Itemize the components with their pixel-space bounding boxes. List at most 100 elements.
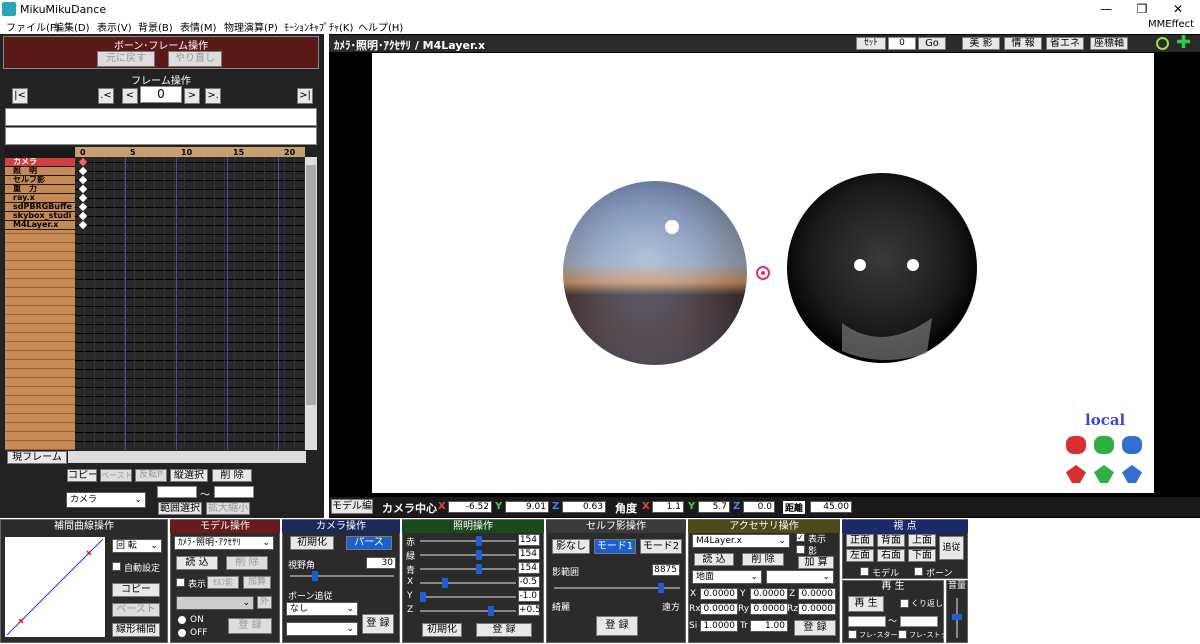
current-frame-button[interactable]: 現フレーム (7, 451, 67, 464)
target-dropdown[interactable]: カメラ ⌄ (66, 492, 146, 508)
menu-physics[interactable]: 物理演算(P) (224, 19, 278, 34)
vertical-select-button[interactable]: 縦選択 (170, 469, 208, 482)
play-button[interactable]: 再 生 (848, 596, 884, 612)
shadow-none-button[interactable]: 影なし (552, 539, 590, 554)
camera-center-z[interactable]: 0.63 (562, 501, 606, 513)
acc-tr-value[interactable]: 1.00 (750, 620, 788, 632)
range-select-button[interactable]: 範囲選択 (158, 502, 202, 515)
paste-button[interactable]: ペースト (100, 469, 132, 482)
accessory-dropdown[interactable]: M4Layer.x ⌄ (692, 534, 790, 548)
shadow-mode1-button[interactable]: モード1 (594, 539, 636, 554)
last-frame-button[interactable]: >| (297, 88, 313, 104)
timeline-row-selfshadow[interactable]: セルフ影 (5, 176, 75, 184)
timeline-row-sdpbr[interactable]: sdPBRGBuffe (5, 203, 75, 211)
acc-y-value[interactable]: 0.0000 (750, 588, 788, 600)
camera-init-button[interactable]: 初期化 (290, 536, 334, 550)
frame-stop-checkbox[interactable] (898, 630, 907, 639)
accessory-parent-dropdown[interactable]: 地面 ⌄ (692, 570, 762, 584)
bone-follow-sub-dropdown[interactable]: ⌄ (286, 622, 358, 636)
shadow-register-button[interactable]: 登 録 (596, 616, 638, 636)
menu-motion-capture[interactable]: ﾓｰｼｮﾝｷｬﾌﾟﾁｬ(K) (284, 19, 353, 34)
acc-z-value[interactable]: 0.0000 (798, 588, 836, 600)
zoom-icon[interactable] (1156, 37, 1169, 50)
timeline-row-skybox[interactable]: skybox_studi (5, 212, 75, 220)
shadow-mode2-button[interactable]: モード2 (640, 539, 682, 554)
linear-interp-button[interactable]: 線形補間 (112, 623, 160, 637)
frame-number-input[interactable]: 0 (140, 86, 182, 103)
timeline-row-camera[interactable]: カメラ (5, 158, 75, 166)
copy-button[interactable]: コピー (67, 469, 97, 482)
light-g-knob[interactable] (476, 550, 482, 560)
volume-knob[interactable] (952, 614, 962, 620)
accessory-shadow-checkbox[interactable] (796, 545, 805, 554)
perspective-button[interactable]: パース (346, 536, 392, 550)
light-r-slider[interactable] (420, 536, 516, 546)
light-z-slider[interactable] (420, 606, 516, 616)
view-bottom-button[interactable]: 下面 (908, 549, 936, 562)
undo-button[interactable]: 元に戻す (97, 51, 155, 67)
timeline-row-light[interactable]: 照 明 (5, 167, 75, 175)
go-button[interactable]: Go (918, 37, 946, 50)
menu-expression[interactable]: 表情(M) (180, 19, 216, 34)
light-x-value[interactable]: -0.5 (518, 576, 540, 588)
eco-button[interactable]: 省エネ (1046, 37, 1084, 50)
camera-center-y[interactable]: 9.01 (505, 501, 549, 513)
beauty-shadow-button[interactable]: 美 影 (962, 37, 1000, 50)
range-end-input[interactable] (214, 486, 254, 498)
add-icon[interactable]: ✚ (1176, 34, 1191, 52)
interp-paste-button[interactable]: ペースト (112, 603, 160, 617)
view-model-checkbox[interactable] (860, 567, 869, 576)
model-display-checkbox[interactable] (176, 578, 185, 587)
model-dropdown[interactable]: ｶﾒﾗ･照明･ｱｸｾｻﾘ ⌄ (174, 536, 274, 550)
fov-slider[interactable] (290, 571, 394, 581)
close-button[interactable]: ✕ (1158, 0, 1198, 18)
first-frame-button[interactable]: |< (12, 88, 28, 104)
accessory-bone-dropdown[interactable]: ⌄ (766, 570, 834, 584)
model-register-button[interactable]: 登 録 (228, 618, 272, 634)
menu-mmeffect[interactable]: MMEffect (1148, 19, 1194, 30)
light-register-button[interactable]: 登 録 (476, 623, 532, 637)
camera-center-x[interactable]: -6.52 (448, 501, 492, 513)
accessory-show-checkbox[interactable]: ✓ (796, 533, 805, 542)
repeat-checkbox[interactable] (900, 599, 909, 608)
info-button[interactable]: 情 報 (1004, 37, 1042, 50)
menu-help[interactable]: ヘルプ(H) (358, 19, 403, 34)
accessory-delete-button[interactable]: 削 除 (742, 553, 784, 566)
view-bone-checkbox[interactable] (914, 567, 923, 576)
fov-input[interactable]: 30 (366, 557, 396, 569)
light-y-value[interactable]: -1.0 (518, 590, 540, 602)
fov-slider-knob[interactable] (312, 571, 318, 581)
light-b-knob[interactable] (476, 564, 482, 574)
acc-rz-value[interactable]: 0.0000 (798, 603, 836, 615)
view-top-button[interactable]: 上面 (908, 534, 936, 547)
accessory-add-button[interactable]: 加 算 (798, 556, 834, 569)
light-g-value[interactable]: 154 (518, 548, 540, 560)
local-mode-label[interactable]: local (1085, 411, 1125, 429)
off-radio[interactable] (178, 629, 186, 637)
set-frame-button[interactable]: ｾｯﾄ (856, 37, 886, 50)
interp-type-dropdown[interactable]: 回 転 ⌄ (112, 539, 162, 553)
rotate-x-icon[interactable] (1066, 436, 1086, 454)
delete-frame-button[interactable]: 削 除 (212, 469, 252, 482)
accessory-register-button[interactable]: 登 録 (794, 620, 836, 636)
play-end-input[interactable] (900, 616, 938, 627)
view-left-button[interactable]: 左面 (846, 549, 874, 562)
menu-view[interactable]: 表示(V) (97, 19, 132, 34)
menu-background[interactable]: 背景(B) (138, 19, 173, 34)
minimize-button[interactable]: — (1086, 0, 1126, 18)
light-r-knob[interactable] (476, 536, 482, 546)
distance-value[interactable]: 45.00 (810, 501, 852, 513)
on-radio[interactable] (178, 616, 186, 624)
model-delete-button[interactable]: 削 除 (226, 556, 268, 570)
light-init-button[interactable]: 初期化 (422, 623, 462, 637)
view-right-button[interactable]: 右面 (877, 549, 905, 562)
menu-file[interactable]: ファイル(F) (6, 19, 60, 34)
rotate-y-icon[interactable] (1094, 436, 1114, 454)
view-follow-button[interactable]: 追従 (939, 536, 964, 560)
model-load-button[interactable]: 読 込 (176, 556, 218, 570)
reverse-paste-button[interactable]: 反転P (135, 469, 167, 482)
shadow-range-knob[interactable] (658, 583, 664, 593)
camera-register-button[interactable]: 登 録 (362, 614, 394, 634)
timeline-row-ray[interactable]: ray.x (5, 194, 75, 202)
frame-start-checkbox[interactable] (848, 630, 857, 639)
